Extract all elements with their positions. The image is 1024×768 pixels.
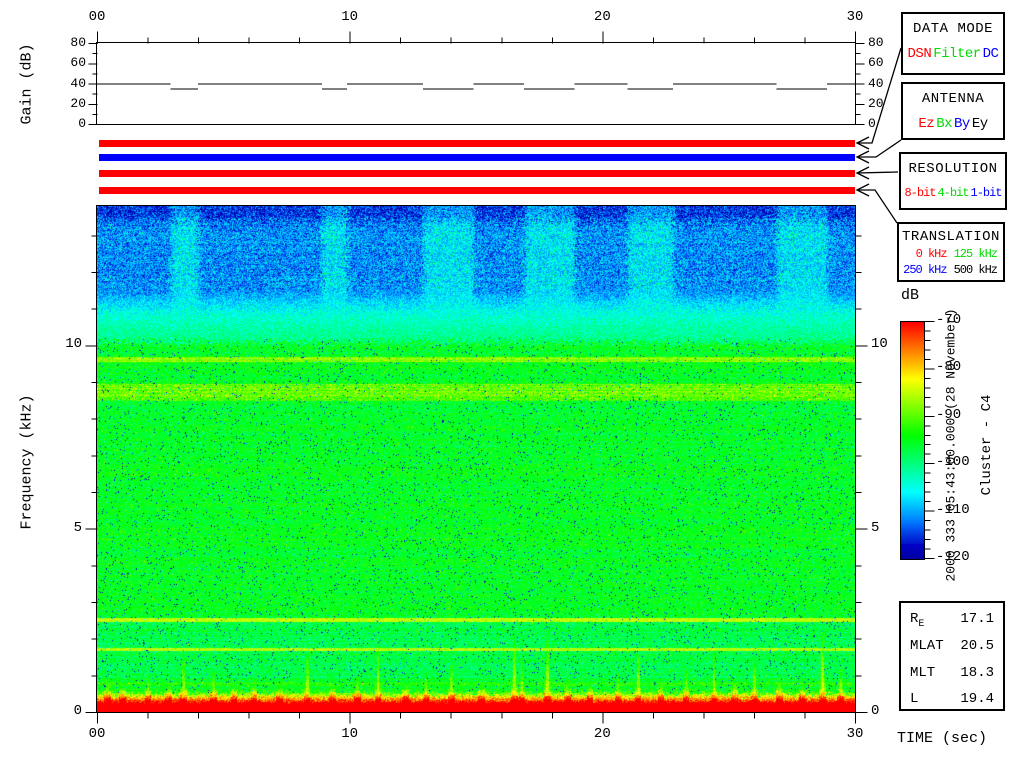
freq-tick-label-left: 5 xyxy=(73,519,82,536)
frequency-axis-label: Frequency (kHz) xyxy=(18,394,36,530)
data-mode-title: DATA MODE xyxy=(912,21,994,37)
gain-ytick-label-left: 60 xyxy=(70,55,86,71)
translation-row: 0 kHz 125 kHz xyxy=(899,247,1003,261)
ephemeris-row: MLT 18.3 xyxy=(901,665,1003,684)
gain-ytick-label-right: 60 xyxy=(868,55,884,71)
time-tick-label-bottom: 10 xyxy=(341,726,359,742)
colorbar-tick-label: -120 xyxy=(936,549,970,565)
translation-value: 250 kHz xyxy=(903,263,947,277)
antenna-value: Ey xyxy=(971,116,988,132)
spectrogram-frame xyxy=(96,205,856,713)
arrow-line-resolution xyxy=(856,171,899,174)
colorbar-tick-label: -70 xyxy=(936,312,962,328)
gain-ytick-label-right: 40 xyxy=(868,75,884,91)
freq-tick-label-left: 0 xyxy=(73,703,82,719)
resolution-box: RESOLUTION 8-bit 4-bit 1-bit xyxy=(899,152,1007,210)
data-mode-value: Filter xyxy=(933,46,981,62)
gain-ytick-label-left: 80 xyxy=(70,35,86,50)
time-tick-label-top: 20 xyxy=(593,9,611,25)
time-tick-label-top: 00 xyxy=(88,9,106,25)
time-tick-label-bottom: 00 xyxy=(88,726,106,742)
time-tick-label-bottom: 20 xyxy=(593,726,611,742)
spacecraft-label: Cluster - C4 xyxy=(979,394,995,496)
data-mode-box: DATA MODE DSN Filter DC xyxy=(901,12,1005,75)
data-mode-bar xyxy=(99,140,855,147)
colorbar-tick-label: -90 xyxy=(936,406,962,423)
gain-ytick-label-right: 0 xyxy=(868,116,876,131)
resolution-title: RESOLUTION xyxy=(908,161,998,177)
gain-ytick-label-left: 40 xyxy=(70,75,86,91)
ephemeris-row: L 19.4 xyxy=(901,691,1003,710)
wbd-spectrogram-display: Gain (dB) Frequency (kHz) TIME (sec) dB … xyxy=(0,0,1024,768)
colorbar-tick-label: -80 xyxy=(936,359,962,376)
translation-box: TRANSLATION 0 kHz 125 kHz 250 kHz 500 kHz xyxy=(897,222,1005,282)
ephemeris-label: MLT xyxy=(910,664,936,681)
resolution-value: 8-bit xyxy=(904,186,936,200)
translation-value: 125 kHz xyxy=(953,247,998,261)
time-tick-label-top: 30 xyxy=(846,9,864,25)
data-mode-values: DSN Filter DC xyxy=(903,46,1003,62)
ephemeris-value: 17.1 xyxy=(960,611,994,627)
ephemeris-value: 20.5 xyxy=(960,637,994,654)
freq-tick-label-right: 0 xyxy=(871,703,880,719)
ephemeris-value: 19.4 xyxy=(960,691,994,708)
antenna-value: Ez xyxy=(918,116,935,132)
gain-ytick-label-left: 0 xyxy=(78,116,86,131)
colorbar-tick-label: -110 xyxy=(936,501,970,518)
resolution-bar xyxy=(99,170,855,177)
timestamp-label: 2000 333 05:43:00.000 (28 November) xyxy=(943,308,959,582)
arrow-line-translation xyxy=(857,189,898,224)
axis-ticks xyxy=(85,31,935,724)
ephemeris-box: RE 17.1 MLAT 20.5 MLT 18.3 L 19.4 xyxy=(899,601,1005,711)
ephemeris-value: 18.3 xyxy=(960,664,994,681)
translation-bar xyxy=(99,187,855,194)
freq-tick-label-right: 5 xyxy=(871,519,880,536)
gain-ytick-label-right: 80 xyxy=(868,35,884,50)
ephemeris-label: L xyxy=(910,691,919,708)
resolution-value: 1-bit xyxy=(970,186,1003,200)
ephemeris-label: RE xyxy=(910,611,925,630)
antenna-value: Bx xyxy=(936,116,952,132)
callout-arrows xyxy=(855,47,902,224)
freq-tick-label-right: 10 xyxy=(871,336,888,353)
antenna-box: ANTENNA Ez Bx By Ey xyxy=(901,82,1005,140)
data-mode-value: DC xyxy=(982,46,999,62)
translation-row: 250 kHz 500 kHz xyxy=(899,263,1003,277)
antenna-value: By xyxy=(954,116,970,132)
status-bars xyxy=(99,140,855,194)
antenna-bar xyxy=(99,154,855,161)
gain-ytick-label-left: 20 xyxy=(70,95,86,111)
gain-ytick-label-right: 20 xyxy=(868,95,884,111)
translation-value: 500 kHz xyxy=(953,263,998,277)
translation-value: 0 kHz xyxy=(915,247,948,261)
gain-axis-label: Gain (dB) xyxy=(18,43,36,125)
translation-title: TRANSLATION xyxy=(902,229,1000,245)
data-mode-value: DSN xyxy=(907,46,932,62)
time-axis-label: TIME (sec) xyxy=(897,730,988,747)
ephemeris-row: RE 17.1 xyxy=(901,611,1003,630)
time-tick-label-bottom: 30 xyxy=(846,726,864,742)
gain-step-line xyxy=(97,83,855,90)
resolution-value: 4-bit xyxy=(937,186,969,200)
ephemeris-row: MLAT 20.5 xyxy=(901,638,1003,657)
freq-tick-label-left: 10 xyxy=(65,336,82,353)
colorbar-tick-label: -100 xyxy=(936,454,970,471)
antenna-title: ANTENNA xyxy=(921,91,985,107)
colorbar-unit-label: dB xyxy=(901,287,920,304)
time-tick-label-top: 10 xyxy=(341,9,359,25)
resolution-values: 8-bit 4-bit 1-bit xyxy=(901,186,1005,200)
antenna-values: Ez Bx By Ey xyxy=(903,116,1003,132)
ephemeris-label: MLAT xyxy=(910,637,944,654)
